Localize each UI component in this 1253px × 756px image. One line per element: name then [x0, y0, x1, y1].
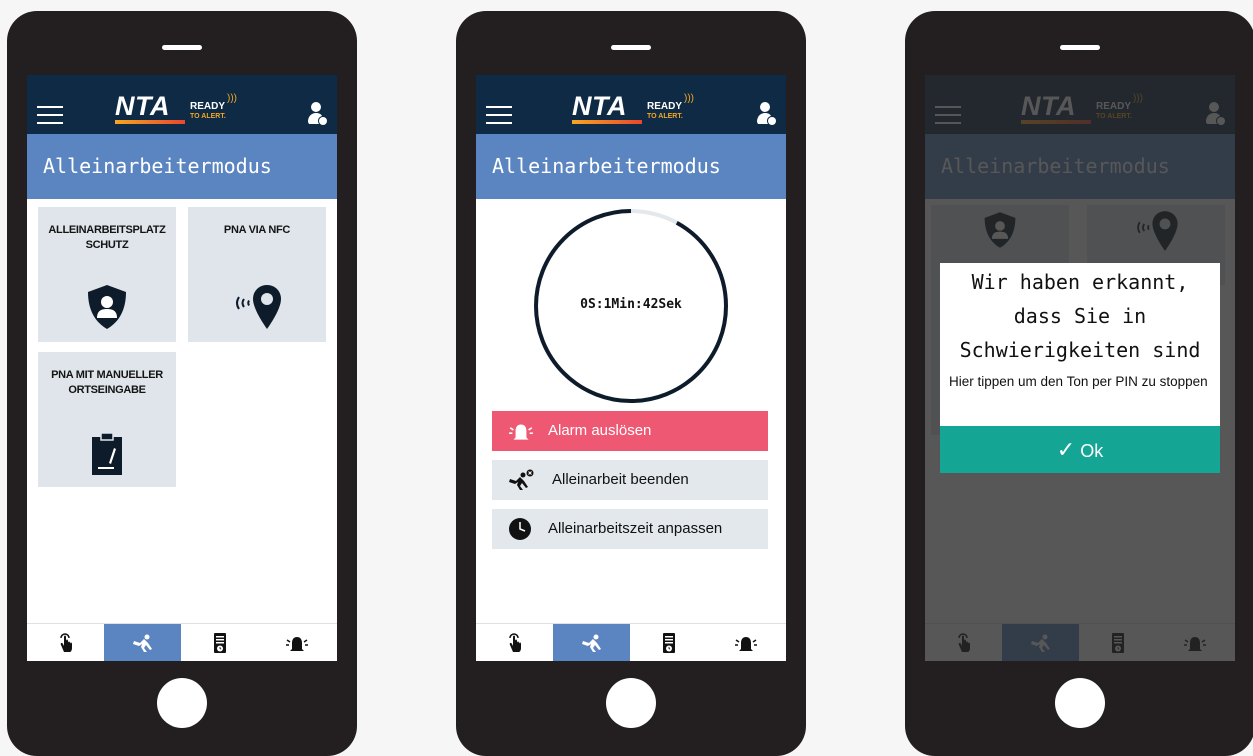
tab-alarm[interactable] — [258, 624, 335, 661]
phone-speaker — [162, 45, 202, 50]
trigger-alarm-button[interactable]: Alarm auslösen — [492, 411, 768, 451]
tab-touch[interactable] — [27, 624, 104, 661]
tile-pna-via-nfc[interactable]: PNA VIA NFC — [188, 207, 326, 342]
dialog-message[interactable]: Hier tippen um den Ton per PIN zu stoppe… — [940, 367, 1220, 392]
phone-2: NTA READY))) TO ALERT. Alleinarbeitermod… — [456, 11, 806, 756]
page-title: Alleinarbeitermodus — [476, 134, 786, 199]
tile-label-line2: SCHUTZ — [85, 239, 129, 251]
tile-pna-manuelle-ortseingabe[interactable]: PNA MIT MANUELLER ORTSEINGABE — [38, 352, 176, 487]
app-screen: NTA READY))) TO ALERT. Alleinarbeitermod… — [27, 75, 337, 661]
timer-readout: 0S:1Min:42Sek — [580, 297, 682, 312]
home-button[interactable] — [606, 678, 656, 728]
device-clock-icon — [662, 633, 675, 653]
phone-1: NTA READY))) TO ALERT. Alleinarbeitermod… — [7, 11, 357, 756]
dialog-title: Wir haben erkannt, dass Sie in Schwierig… — [940, 263, 1220, 367]
nta-logo: NTA READY))) TO ALERT. — [572, 93, 702, 124]
device-clock-icon — [213, 633, 226, 653]
end-lone-work-button[interactable]: Alleinarbeit beenden — [492, 460, 768, 500]
clipboard-edit-icon — [92, 432, 122, 475]
bottom-tab-bar — [27, 623, 337, 661]
ok-label: Ok — [1080, 441, 1104, 461]
nta-logo: NTA READY))) TO ALERT. — [115, 93, 245, 124]
action-label: Alleinarbeitszeit anpassen — [548, 520, 723, 537]
phone-speaker — [611, 45, 651, 50]
home-button[interactable] — [157, 678, 207, 728]
menu-icon[interactable] — [37, 106, 63, 124]
app-header: NTA READY))) TO ALERT. — [476, 75, 786, 134]
alarm-bell-icon — [734, 637, 757, 651]
dialog-title-line: Schwierigkeiten sind — [959, 338, 1201, 362]
app-screen: NTA READY))) TO ALERT. Alleinarbeitermod… — [476, 75, 786, 661]
menu-icon[interactable] — [486, 106, 512, 124]
bottom-tab-bar — [476, 623, 786, 661]
phone-speaker — [1060, 45, 1100, 50]
lone-worker-end-icon — [509, 469, 534, 490]
tile-label-line2: ORTSEINGABE — [68, 384, 146, 396]
action-label: Alarm auslösen — [548, 422, 652, 439]
tab-touch[interactable] — [476, 624, 553, 661]
distress-dialog[interactable]: Wir haben erkannt, dass Sie in Schwierig… — [940, 263, 1220, 473]
tab-lone-worker[interactable] — [553, 624, 630, 661]
dialog-title-line: dass Sie in — [1013, 304, 1147, 328]
app-header: NTA READY))) TO ALERT. — [27, 75, 337, 134]
user-icon[interactable] — [307, 100, 327, 126]
app-screen: NTA READY))) TO ALERT. Alleinarbeitermod… — [925, 75, 1235, 661]
page-title: Alleinarbeitermodus — [27, 134, 337, 199]
alarm-bell-icon — [285, 637, 308, 651]
alarm-bell-icon — [509, 424, 533, 440]
touch-icon — [508, 633, 521, 652]
tab-lone-worker[interactable] — [104, 624, 181, 661]
nfc-location-pin-icon — [236, 285, 281, 329]
action-label: Alleinarbeit beenden — [552, 471, 689, 488]
tile-label-line1: PNA MIT MANUELLER — [51, 369, 163, 381]
ok-button[interactable]: ✓ Ok — [940, 426, 1220, 473]
lone-worker-icon — [581, 634, 601, 652]
user-icon[interactable] — [756, 100, 776, 126]
tab-device-clock[interactable] — [181, 624, 258, 661]
adjust-lone-work-time-button[interactable]: Alleinarbeitszeit anpassen — [492, 509, 768, 549]
tile-label-line1: ALLEINARBEITSPLATZ — [48, 224, 166, 236]
phone-3: NTA READY))) TO ALERT. Alleinarbeitermod… — [905, 11, 1253, 756]
shield-person-icon — [88, 285, 126, 329]
tile-alleinarbeitsplatz-schutz[interactable]: ALLEINARBEITSPLATZ SCHUTZ — [38, 207, 176, 342]
clock-icon — [509, 518, 531, 540]
touch-icon — [59, 633, 72, 652]
checkmark-icon: ✓ — [1056, 437, 1076, 462]
tile-label-line1: PNA VIA NFC — [223, 224, 291, 236]
tab-device-clock[interactable] — [630, 624, 707, 661]
dialog-title-line: Wir haben erkannt, — [971, 270, 1189, 294]
home-button[interactable] — [1055, 678, 1105, 728]
tab-alarm[interactable] — [707, 624, 784, 661]
lone-worker-icon — [132, 634, 152, 652]
